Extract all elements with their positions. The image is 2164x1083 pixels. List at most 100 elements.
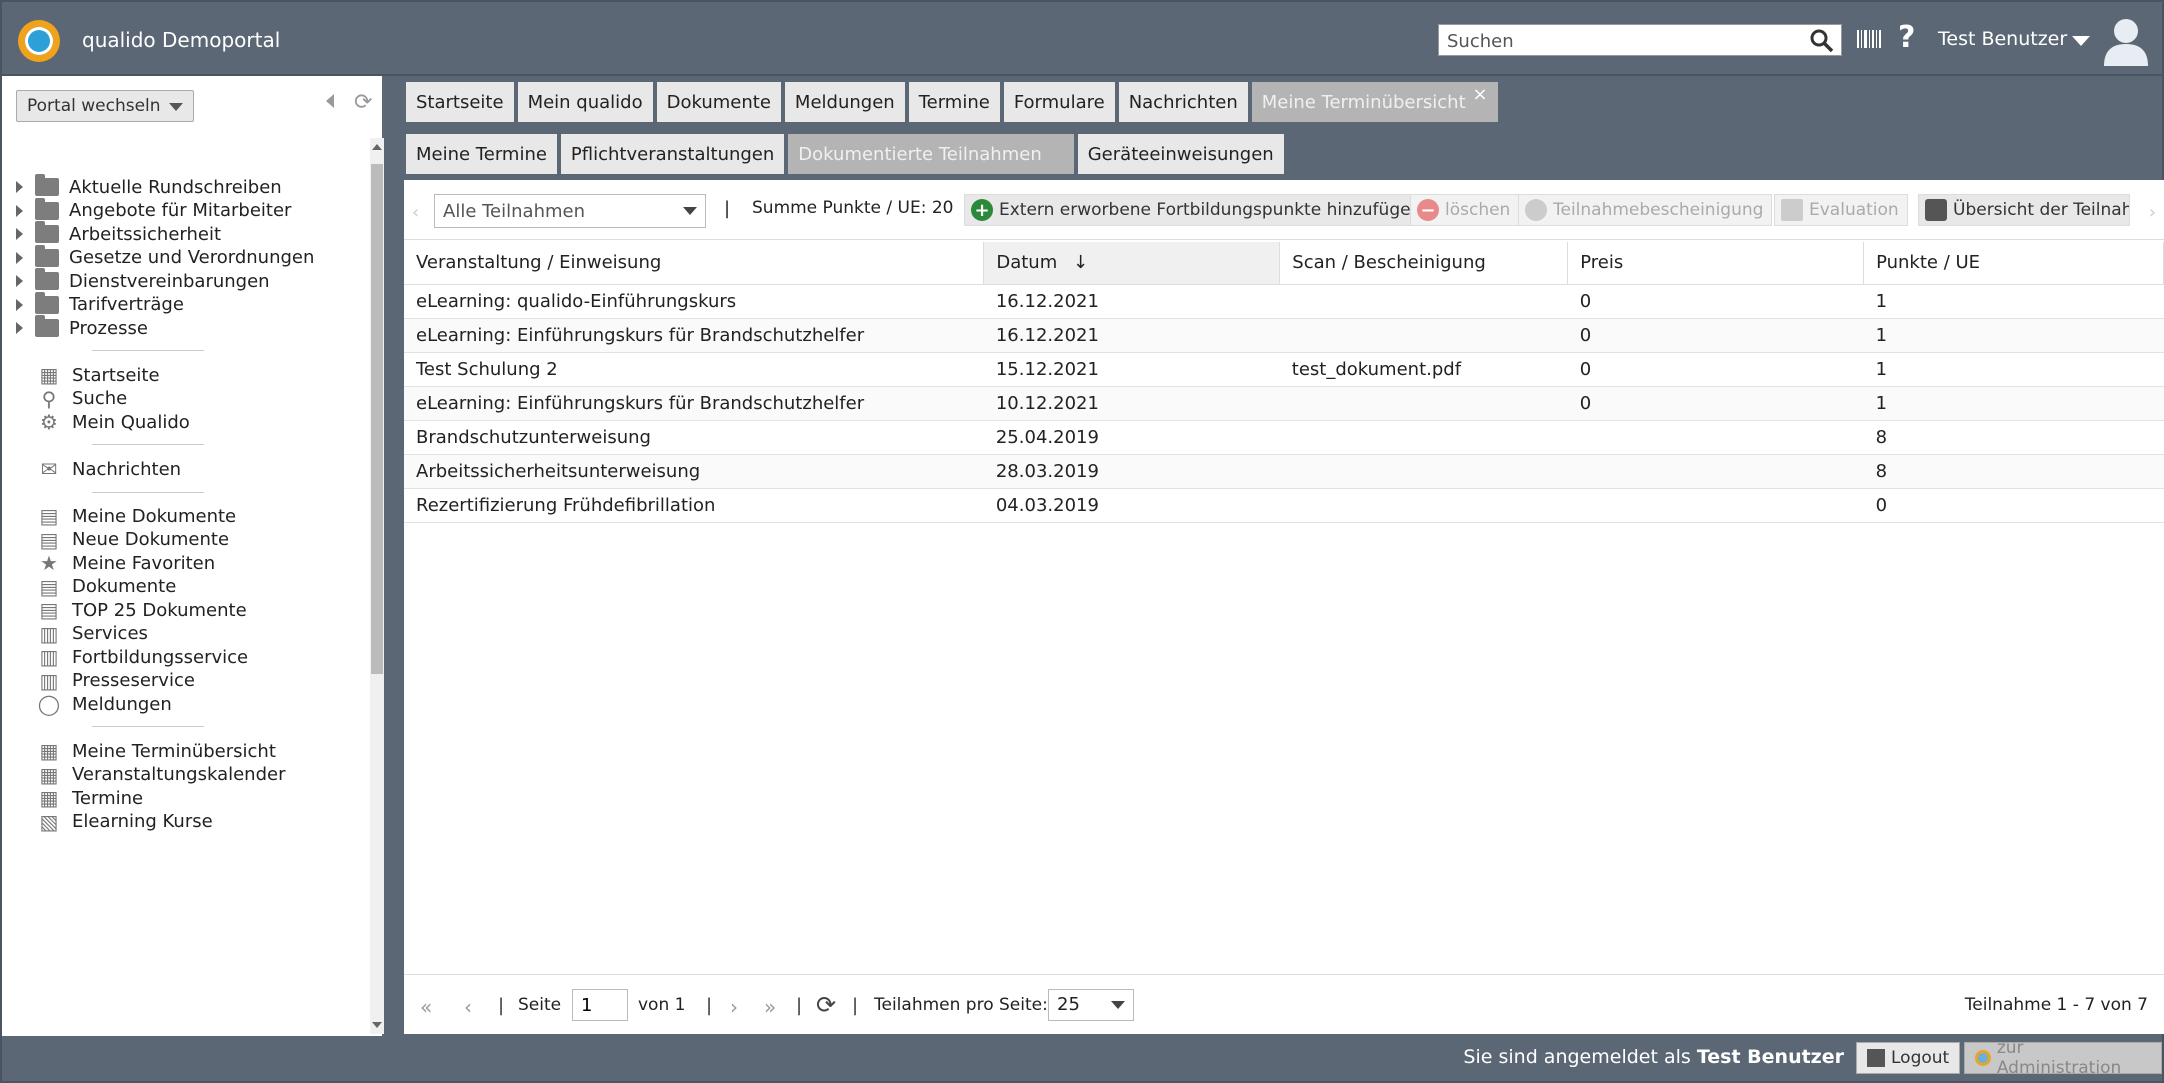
tab-main-1[interactable]: Mein qualido bbox=[517, 82, 653, 122]
certificate-button[interactable]: Teilnahmebescheinigung bbox=[1518, 194, 1773, 226]
sidebar-nav-item[interactable]: ◯ Meldungen bbox=[36, 689, 172, 719]
printer-icon bbox=[1925, 199, 1947, 221]
table-cell: 8 bbox=[1863, 454, 2164, 489]
expand-arrow-icon[interactable] bbox=[16, 204, 23, 217]
column-header[interactable]: Punkte / UE bbox=[1863, 242, 2164, 285]
search-box[interactable] bbox=[1438, 24, 1842, 56]
search-input[interactable] bbox=[1447, 29, 1797, 53]
table-cell: 16.12.2021 bbox=[983, 318, 1280, 353]
previous-page-icon[interactable]: ‹ bbox=[464, 995, 472, 1019]
tab-main-6[interactable]: Nachrichten bbox=[1118, 82, 1248, 122]
table-cell: 0 bbox=[1567, 386, 1864, 421]
table-row[interactable]: Brandschutzunterweisung 25.04.2019 8 bbox=[404, 420, 2164, 455]
sidebar-divider bbox=[92, 726, 204, 727]
expand-arrow-icon[interactable] bbox=[16, 322, 23, 334]
table-cell: Rezertifizierung Frühdefibrillation bbox=[404, 488, 984, 523]
envelope-icon: ✉ bbox=[40, 457, 58, 481]
overview-print-button[interactable]: Übersicht der Teilnahmen bbox=[1918, 194, 2130, 226]
sidebar-scrollbar[interactable] bbox=[370, 138, 384, 1034]
tab-main-7[interactable]: Meine Terminübersicht × bbox=[1251, 82, 1498, 122]
result-range: Teilnahme 1 - 7 von 7 bbox=[1964, 995, 2148, 1015]
modules-icon: ⚙ bbox=[40, 410, 58, 434]
expand-arrow-icon[interactable] bbox=[16, 275, 23, 287]
table-cell bbox=[1567, 420, 1864, 455]
table-cell bbox=[1279, 386, 1568, 421]
table-cell[interactable]: test_dokument.pdf bbox=[1279, 352, 1568, 387]
folder-icon bbox=[35, 244, 59, 267]
next-page-icon[interactable]: › bbox=[730, 995, 738, 1019]
table-cell bbox=[1279, 454, 1568, 489]
elearning-icon: ▧ bbox=[39, 809, 59, 834]
tab-main-4[interactable]: Termine bbox=[908, 82, 1000, 122]
tab-main-0[interactable]: Startseite bbox=[406, 82, 514, 122]
column-header[interactable]: Scan / Bescheinigung bbox=[1279, 242, 1569, 285]
participation-filter-select[interactable]: Alle Teilnahmen bbox=[434, 194, 706, 228]
toolbar-scroll-left-icon[interactable]: ‹ bbox=[412, 202, 419, 223]
refresh-icon[interactable]: ⟳ bbox=[354, 90, 372, 115]
logged-in-status: Sie sind angemeldet als Test Benutzer bbox=[1463, 1046, 1844, 1068]
chevron-down-icon[interactable] bbox=[2072, 36, 2090, 46]
administration-button[interactable]: zur Administration bbox=[1964, 1038, 2162, 1078]
sidebar-nav-item[interactable]: ✉ Nachrichten bbox=[36, 454, 181, 484]
column-header[interactable]: Datum ↓ bbox=[983, 242, 1281, 285]
first-page-icon[interactable]: « bbox=[420, 995, 432, 1019]
table-row[interactable]: eLearning: qualido-Einführungskurs 16.12.… bbox=[404, 284, 2164, 319]
table-cell bbox=[1567, 488, 1864, 523]
tab-main-3[interactable]: Meldungen bbox=[784, 82, 905, 122]
refresh-icon[interactable]: ⟳ bbox=[816, 991, 836, 1019]
per-page-select[interactable]: 25 bbox=[1048, 989, 1134, 1021]
scrollbar-thumb[interactable] bbox=[371, 164, 383, 674]
add-external-points-button[interactable]: + Extern erworbene Fortbildungspunkte hi… bbox=[964, 194, 1431, 226]
page-number-input[interactable] bbox=[572, 989, 628, 1021]
table-cell: 15.12.2021 bbox=[983, 352, 1280, 387]
user-menu-name[interactable]: Test Benutzer bbox=[1938, 28, 2067, 50]
main-tabs: Startseite Mein qualido Dokumente Meldungen… bbox=[406, 82, 1502, 122]
logout-icon bbox=[1867, 1049, 1885, 1067]
table-cell: 25.04.2019 bbox=[983, 420, 1280, 455]
toolbar-scroll-right-icon[interactable]: › bbox=[2149, 202, 2156, 223]
table-cell: Arbeitssicherheitsunterweisung bbox=[404, 454, 984, 489]
tab-main-2[interactable]: Dokumente bbox=[656, 82, 781, 122]
expand-arrow-icon[interactable] bbox=[16, 251, 23, 264]
sidebar-nav-item[interactable]: ▧ Elearning Kurse bbox=[36, 807, 213, 837]
speech-bubble-icon: ◯ bbox=[37, 692, 61, 716]
scroll-up-icon[interactable] bbox=[372, 144, 382, 150]
evaluation-button[interactable]: Evaluation bbox=[1774, 194, 1908, 226]
search-icon[interactable] bbox=[1809, 28, 1835, 54]
delete-button[interactable]: − löschen bbox=[1410, 194, 1520, 226]
folder-icon bbox=[35, 197, 59, 220]
last-page-icon[interactable]: » bbox=[764, 995, 776, 1019]
sidebar-nav-item[interactable]: ⚙ Mein Qualido bbox=[36, 407, 190, 437]
portal-switch-dropdown[interactable]: Portal wechseln bbox=[16, 90, 194, 122]
help-icon[interactable]: ? bbox=[1898, 20, 1915, 55]
sidebar-divider bbox=[92, 350, 204, 351]
tab-sub-3[interactable]: Geräteeinweisungen bbox=[1077, 134, 1284, 174]
barcode-icon[interactable] bbox=[1856, 28, 1882, 50]
scroll-down-icon[interactable] bbox=[372, 1022, 382, 1028]
table-cell: 28.03.2019 bbox=[983, 454, 1280, 489]
column-header[interactable]: Preis bbox=[1567, 242, 1865, 285]
collapse-sidebar-icon[interactable] bbox=[326, 94, 334, 108]
tab-main-5[interactable]: Formulare bbox=[1003, 82, 1115, 122]
table-row[interactable]: Rezertifizierung Frühdefibrillation 04.03… bbox=[404, 488, 2164, 523]
expand-arrow-icon[interactable] bbox=[16, 228, 23, 240]
avatar-icon[interactable] bbox=[2100, 14, 2152, 66]
table-row[interactable]: Arbeitssicherheitsunterweisung 28.03.2019… bbox=[404, 454, 2164, 489]
chevron-down-icon bbox=[169, 103, 183, 111]
points-sum: Summe Punkte / UE: 20 bbox=[752, 198, 954, 218]
logout-button[interactable]: Logout bbox=[1856, 1042, 1961, 1074]
table-row[interactable]: Test Schulung 2 15.12.2021 test_dokument.p… bbox=[404, 352, 2164, 387]
close-tab-icon[interactable]: × bbox=[1473, 84, 1488, 105]
tab-sub-1[interactable]: Pflichtveranstaltungen bbox=[560, 134, 785, 174]
expand-arrow-icon[interactable] bbox=[16, 298, 23, 311]
tab-sub-0[interactable]: Meine Termine bbox=[406, 134, 557, 174]
tab-sub-2[interactable]: Dokumentierte Teilnahmen bbox=[788, 134, 1074, 174]
expand-arrow-icon[interactable] bbox=[16, 181, 23, 193]
table-cell: 1 bbox=[1863, 284, 2164, 319]
table-header-row: Veranstaltung / Einweisung Datum ↓ Scan / … bbox=[404, 242, 2164, 285]
column-header[interactable]: Veranstaltung / Einweisung bbox=[404, 242, 985, 285]
tree-folder-item[interactable]: Prozesse bbox=[16, 313, 148, 343]
qualido-logo-icon[interactable] bbox=[18, 20, 60, 62]
table-row[interactable]: eLearning: Einführungskurs für Brandschu… bbox=[404, 386, 2164, 421]
table-row[interactable]: eLearning: Einführungskurs für Brandschu… bbox=[404, 318, 2164, 353]
